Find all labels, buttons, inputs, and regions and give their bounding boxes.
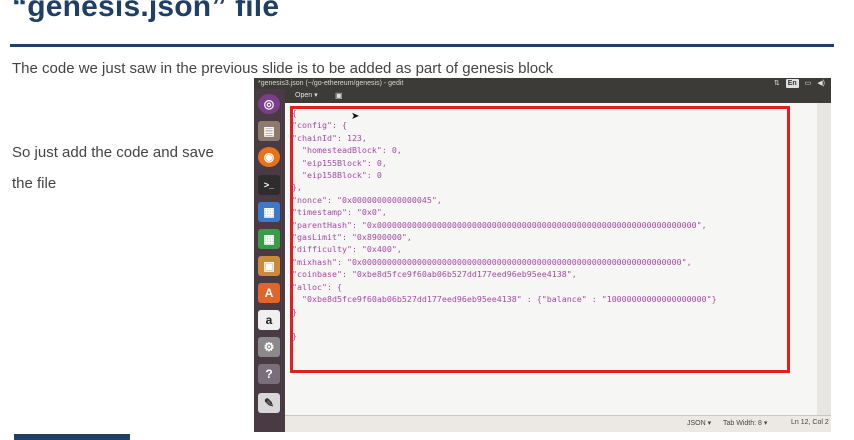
window-title: *genesis3.json (~/go-ethereum/genesis) -…	[258, 80, 404, 87]
title-divider	[10, 44, 834, 47]
window-titlebar: *genesis3.json (~/go-ethereum/genesis) -…	[254, 78, 831, 89]
amazon-icon[interactable]: a	[258, 310, 280, 330]
unity-launcher: ◎ ▤ ◉ >_ ▦ ▦ ▣ A a ⚙ ? ✎	[254, 89, 285, 432]
open-menu-button[interactable]: Open ▾	[295, 91, 318, 99]
slide-title: “genesis.json” file	[12, 0, 280, 23]
save-icon[interactable]: ▣	[335, 91, 343, 100]
calc-icon[interactable]: ▦	[258, 229, 280, 249]
files-icon[interactable]: ▤	[258, 121, 280, 141]
editor-area[interactable]: {"config": {"chainId": 123, "homesteadBl…	[285, 103, 817, 416]
firefox-icon[interactable]: ◉	[258, 147, 280, 167]
settings-icon[interactable]: ⚙	[258, 337, 280, 357]
software-center-icon[interactable]: A	[258, 283, 280, 303]
volume-icon[interactable]: ◀)	[817, 79, 825, 88]
instruction-line-2: the file	[12, 175, 57, 192]
cursor-position: Ln 12, Col 2	[791, 419, 829, 426]
dash-icon[interactable]: ◎	[258, 94, 280, 114]
gedit-toolbar: Open ▾ ▣	[285, 89, 831, 103]
writer-icon[interactable]: ▦	[258, 202, 280, 222]
tab-width-selector[interactable]: Tab Width: 8 ▾	[723, 419, 767, 427]
language-selector[interactable]: JSON ▾	[687, 419, 711, 427]
text-editor-icon[interactable]: ✎	[258, 393, 280, 413]
archive-icon[interactable]: ▣	[258, 256, 280, 276]
keyboard-layout-indicator[interactable]: En	[785, 79, 799, 88]
status-bar: JSON ▾ Tab Width: 8 ▾ Ln 12, Col 2	[285, 415, 831, 432]
gedit-screenshot: *genesis3.json (~/go-ethereum/genesis) -…	[254, 78, 831, 432]
vertical-scrollbar[interactable]	[817, 103, 831, 416]
help-icon[interactable]: ?	[258, 364, 280, 384]
highlight-box	[290, 106, 790, 373]
mouse-pointer-icon: ➤	[351, 111, 360, 122]
instruction-line-1: So just add the code and save	[12, 144, 214, 161]
terminal-icon[interactable]: >_	[258, 175, 280, 195]
system-tray: ⇅ En ▭ ◀)	[774, 79, 825, 88]
battery-icon[interactable]: ▭	[805, 79, 812, 88]
network-icon[interactable]: ⇅	[774, 79, 780, 88]
footer-accent-bar	[14, 434, 130, 440]
intro-text: The code we just saw in the previous sli…	[12, 60, 554, 77]
